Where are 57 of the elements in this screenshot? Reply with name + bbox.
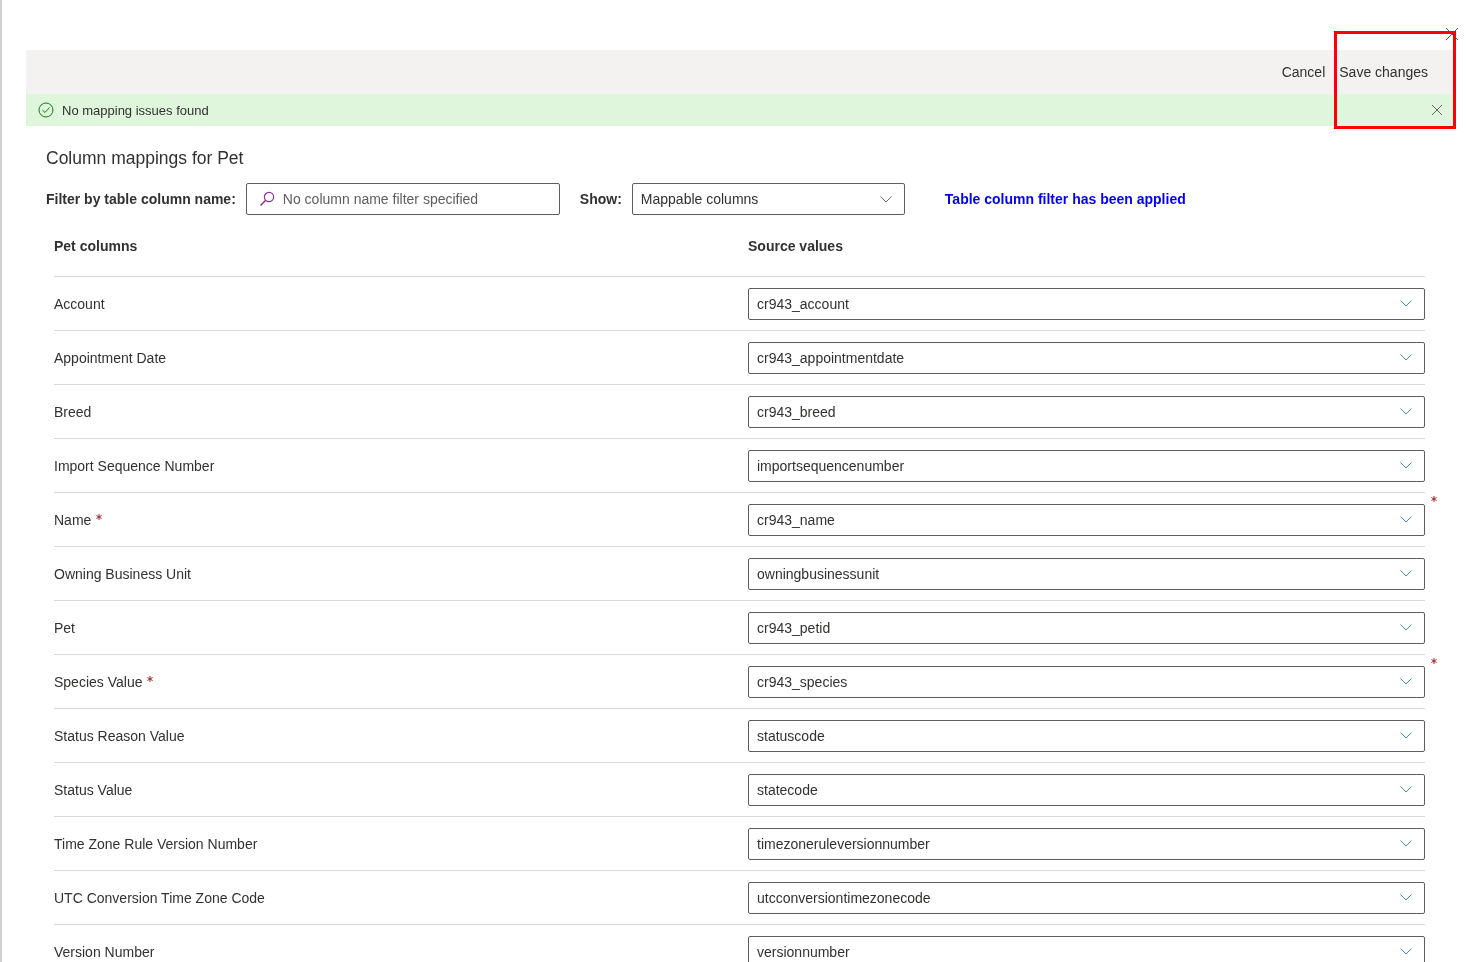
- close-icon: [1432, 105, 1442, 115]
- source-dropdown[interactable]: cr943_breed: [748, 395, 1425, 428]
- source-dropdown[interactable]: importsequencenumber: [748, 449, 1425, 482]
- row-label: Import Sequence Number: [54, 457, 216, 474]
- save-changes-button[interactable]: Save changes: [1333, 60, 1434, 84]
- column-header: Source values: [748, 237, 844, 254]
- source-dropdown[interactable]: cr943_appointmentdate: [748, 341, 1425, 374]
- close-icon: [1446, 28, 1458, 40]
- chevron-down-icon: [1400, 408, 1412, 415]
- close-button[interactable]: [1444, 26, 1460, 42]
- row-label: Species Value: [54, 673, 748, 690]
- filter-status-text: Table column filter has been applied: [944, 191, 1186, 207]
- section-title: Column mappings for Pet: [46, 148, 245, 169]
- row-label: Breed: [54, 403, 93, 420]
- chevron-down-icon: [1400, 300, 1412, 307]
- chevron-down-icon: [1400, 678, 1412, 685]
- search-field[interactable]: No column name filter specified: [245, 183, 560, 215]
- source-dropdown[interactable]: cr943_account: [748, 287, 1425, 320]
- source-dropdown[interactable]: statecode: [748, 773, 1425, 806]
- row-label: Account: [54, 295, 106, 312]
- chevron-down-icon: [1400, 786, 1412, 793]
- chevron-down-icon: [1400, 462, 1412, 469]
- chevron-down-icon: [1400, 732, 1412, 739]
- row-label: Owning Business Unit: [54, 565, 192, 582]
- row-label: Pet: [54, 619, 76, 636]
- row-label: Name: [54, 511, 748, 528]
- source-dropdown[interactable]: cr943_petid: [748, 611, 1425, 644]
- filter-label: Filter by table column name:: [46, 191, 236, 207]
- row-label: Status Value: [54, 781, 134, 798]
- row-label: Status Reason Value: [54, 727, 186, 744]
- search-icon: [258, 191, 275, 207]
- row-label: Version Number: [54, 943, 156, 960]
- source-dropdown[interactable]: owningbusinessunit: [748, 557, 1425, 590]
- row-label: Appointment Date: [54, 349, 168, 366]
- source-dropdown[interactable]: statuscode: [748, 719, 1425, 752]
- chevron-down-icon: [1400, 894, 1412, 901]
- source-dropdown[interactable]: cr943_species: [748, 665, 1425, 698]
- banner-message: No mapping issues found: [62, 102, 209, 118]
- chevron-down-icon: [1400, 516, 1412, 523]
- chevron-down-icon: [1400, 570, 1412, 577]
- column-header: Pet columns: [54, 237, 139, 254]
- dismiss-button[interactable]: [1430, 103, 1444, 117]
- row-label: UTC Conversion Time Zone Code: [54, 889, 266, 906]
- source-dropdown[interactable]: versionnumber: [748, 935, 1425, 962]
- cancel-button[interactable]: Cancel: [1275, 60, 1332, 84]
- chevron-down-icon: [879, 195, 892, 203]
- source-dropdown[interactable]: utcconversiontimezonecode: [748, 881, 1425, 914]
- chevron-down-icon: [1400, 948, 1412, 955]
- chevron-down-icon: [1400, 624, 1412, 631]
- show-dropdown[interactable]: Mappable columns: [631, 183, 905, 215]
- chevron-down-icon: [1400, 840, 1412, 847]
- source-dropdown[interactable]: timezoneruleversionnumber: [748, 827, 1425, 860]
- chevron-down-icon: [1400, 354, 1412, 361]
- source-dropdown[interactable]: cr943_name: [748, 503, 1425, 536]
- check-circle-icon: [38, 102, 54, 118]
- show-label: Show:: [579, 191, 622, 207]
- row-label: Time Zone Rule Version Number: [54, 835, 259, 852]
